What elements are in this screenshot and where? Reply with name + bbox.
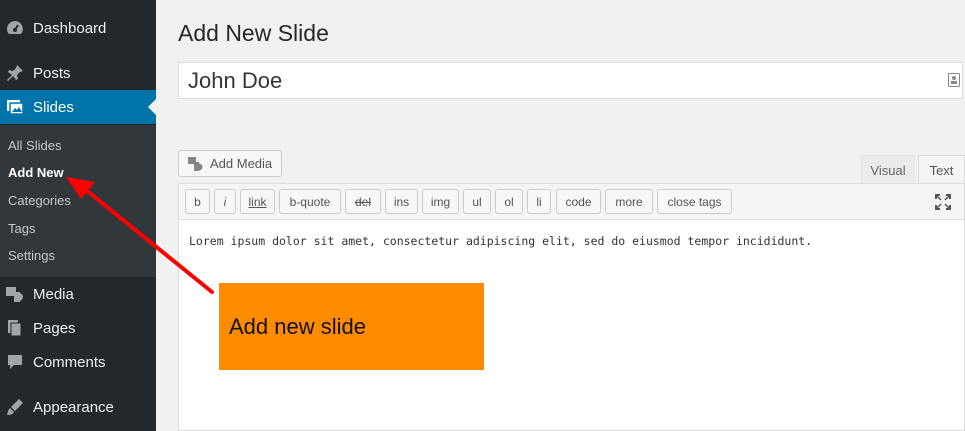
tab-visual[interactable]: Visual: [861, 155, 915, 184]
comments-icon: [5, 352, 25, 372]
menu-item-posts[interactable]: Posts: [0, 56, 156, 90]
qt-bquote-button[interactable]: b-quote: [279, 189, 341, 214]
media-icon: [187, 156, 205, 172]
pages-icon: [5, 318, 25, 338]
menu-item-slides[interactable]: Slides: [0, 90, 156, 124]
qt-del-button[interactable]: del: [345, 189, 381, 214]
qt-ul-button[interactable]: ul: [463, 189, 491, 214]
qt-img-button[interactable]: img: [422, 189, 459, 214]
menu-label: Appearance: [33, 398, 114, 416]
slide-title-input[interactable]: [178, 62, 963, 99]
qt-italic-button[interactable]: i: [214, 189, 236, 214]
qt-li-button[interactable]: li: [527, 189, 551, 214]
slides-submenu: All Slides Add New Categories Tags Setti…: [0, 125, 156, 277]
appearance-icon: [5, 397, 25, 417]
add-media-button[interactable]: Add Media: [178, 150, 282, 177]
admin-sidebar: Dashboard Posts Slides All Slides Add Ne…: [0, 0, 156, 431]
menu-item-media[interactable]: Media: [0, 277, 156, 311]
menu-label: Pages: [33, 319, 76, 337]
menu-item-comments[interactable]: Comments: [0, 345, 156, 379]
submenu-settings[interactable]: Settings: [8, 248, 55, 263]
menu-label: Comments: [33, 353, 106, 371]
add-media-label: Add Media: [210, 156, 273, 171]
menu-label: Dashboard: [33, 19, 107, 37]
submenu-add-new[interactable]: Add New: [8, 165, 64, 180]
qt-close-tags-button[interactable]: close tags: [657, 189, 732, 214]
qt-code-button[interactable]: code: [556, 189, 601, 214]
menu-item-pages[interactable]: Pages: [0, 311, 156, 345]
editor-content[interactable]: Lorem ipsum dolor sit amet, consectetur …: [189, 234, 812, 248]
annotation-callout: Add new slide: [219, 283, 484, 370]
submenu-categories[interactable]: Categories: [8, 193, 71, 208]
dashboard-icon: [5, 18, 25, 38]
qt-ins-button[interactable]: ins: [385, 189, 418, 214]
fullscreen-icon[interactable]: [934, 193, 952, 211]
menu-label: Slides: [33, 98, 74, 116]
slides-icon: [5, 97, 25, 117]
qt-ol-button[interactable]: ol: [495, 189, 523, 214]
annotation-text: Add new slide: [229, 313, 366, 339]
menu-label: Posts: [33, 64, 71, 82]
qt-link-button[interactable]: link: [240, 189, 275, 214]
submenu-all-slides[interactable]: All Slides: [8, 138, 61, 153]
tab-text[interactable]: Text: [918, 155, 965, 184]
submenu-tags[interactable]: Tags: [8, 221, 35, 236]
quicktags-toolbar: b i link b-quote del ins img ul ol li co…: [179, 184, 964, 220]
menu-item-dashboard[interactable]: Dashboard: [0, 11, 156, 45]
qt-bold-button[interactable]: b: [185, 189, 210, 214]
media-icon: [5, 284, 25, 304]
contact-card-icon[interactable]: [948, 73, 960, 87]
menu-label: Media: [33, 285, 74, 303]
page-title: Add New Slide: [178, 20, 329, 46]
qt-more-button[interactable]: more: [605, 189, 653, 214]
pin-icon: [5, 63, 25, 83]
menu-item-appearance[interactable]: Appearance: [0, 390, 156, 424]
